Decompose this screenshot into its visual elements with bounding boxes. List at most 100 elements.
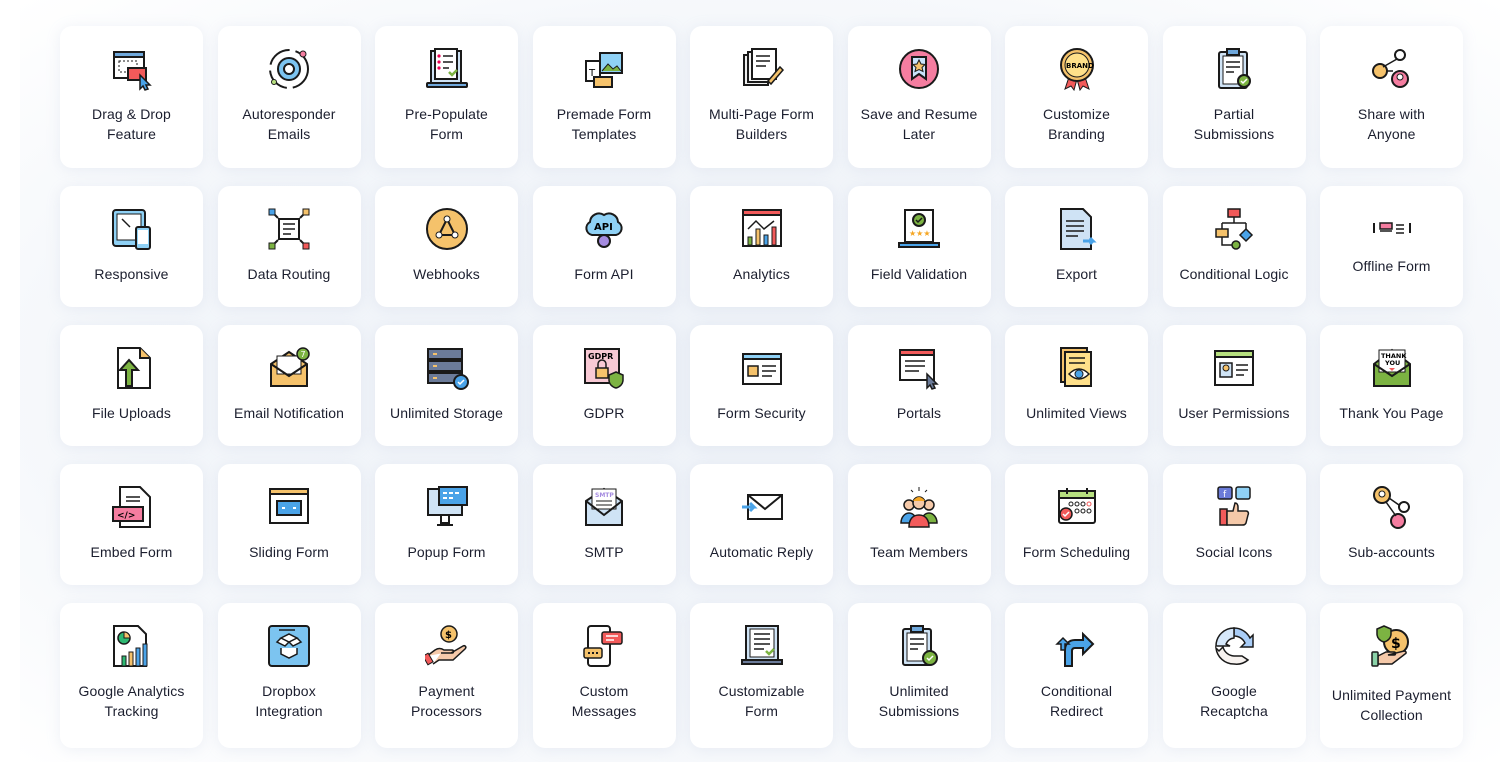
form-security-icon bbox=[739, 345, 785, 391]
feature-card[interactable]: Pre-Populate Form bbox=[375, 26, 518, 168]
feature-label: Form API bbox=[574, 266, 634, 282]
feature-card[interactable]: Export bbox=[1005, 186, 1148, 307]
feature-card[interactable]: Dropbox Integration bbox=[217, 603, 361, 748]
feature-label: Conditional Redirect bbox=[1040, 683, 1113, 719]
feature-card[interactable]: Multi-Page Form Builders bbox=[690, 26, 833, 168]
feature-card[interactable]: Responsive bbox=[60, 186, 203, 307]
feature-label: Unlimited Payment Collection bbox=[1331, 687, 1452, 723]
feature-card[interactable]: Unlimited Views bbox=[1005, 325, 1148, 446]
feature-label: Automatic Reply bbox=[709, 544, 814, 560]
feature-card[interactable]: Drag & Drop Feature bbox=[60, 26, 203, 168]
email-notification-icon: 7 bbox=[266, 345, 312, 391]
feature-card[interactable]: Portals bbox=[847, 325, 991, 446]
calendar-icon bbox=[1054, 484, 1100, 530]
feature-label: Team Members bbox=[870, 544, 968, 560]
feature-card[interactable]: Unlimited Submissions bbox=[847, 603, 991, 748]
feature-card[interactable]: Customizable Form bbox=[690, 603, 833, 748]
feature-card[interactable]: 7 Email Notification bbox=[217, 325, 361, 446]
feature-label: Form Security bbox=[717, 405, 806, 421]
svg-text:BRAND: BRAND bbox=[1066, 62, 1094, 70]
feature-card[interactable]: GDPR GDPR bbox=[532, 325, 676, 446]
feature-card[interactable]: ★★★ Field Validation bbox=[847, 186, 991, 307]
responsive-devices-icon bbox=[109, 206, 155, 252]
feature-card[interactable]: Conditional Logic bbox=[1162, 186, 1306, 307]
auto-reply-envelope-icon bbox=[739, 484, 785, 530]
feature-card[interactable]: BRAND Customize Branding bbox=[1005, 26, 1148, 168]
feature-card[interactable]: Share with Anyone bbox=[1320, 26, 1463, 168]
feature-card[interactable]: Analytics bbox=[690, 186, 833, 307]
feature-card[interactable]: $ Unlimited Payment Collection bbox=[1320, 603, 1463, 748]
feature-card[interactable]: T Premade Form Templates bbox=[532, 26, 676, 168]
feature-label: Unlimited Views bbox=[1026, 405, 1127, 421]
validation-laptop-icon: ★★★ bbox=[896, 206, 942, 252]
webhook-icon bbox=[424, 206, 470, 252]
feature-card[interactable]: File Uploads bbox=[60, 325, 203, 446]
feature-label: Form Scheduling bbox=[1022, 544, 1131, 560]
feature-card[interactable]: Save and Resume Later bbox=[847, 26, 991, 168]
feature-label: Webhooks bbox=[413, 266, 480, 282]
feature-card[interactable]: f Social Icons bbox=[1162, 464, 1306, 585]
feature-label: Unlimited Storage bbox=[390, 405, 503, 421]
feature-label: Portals bbox=[896, 405, 942, 421]
features-row: File Uploads 7 Email Notification Unlimited… bbox=[60, 325, 1463, 446]
feature-label: Responsive bbox=[94, 266, 169, 282]
smtp-envelope-icon: SMTP bbox=[581, 484, 627, 530]
views-eye-icon bbox=[1054, 345, 1100, 391]
feature-card[interactable]: SMTP SMTP bbox=[532, 464, 676, 585]
svg-text:$: $ bbox=[1391, 636, 1401, 652]
feature-label: Drag & Drop Feature bbox=[92, 106, 171, 142]
submissions-clipboard-icon bbox=[896, 623, 942, 669]
brand-badge-icon: BRAND bbox=[1054, 46, 1100, 92]
social-thumbs-icon: f bbox=[1211, 484, 1257, 530]
feature-label: SMTP bbox=[584, 544, 624, 560]
feature-label: Autoresponder Emails bbox=[242, 106, 336, 142]
feature-card[interactable]: Automatic Reply bbox=[690, 464, 833, 585]
feature-label: Conditional Logic bbox=[1179, 266, 1289, 282]
feature-card[interactable]: Form Scheduling bbox=[1005, 464, 1148, 585]
feature-label: Premade Form Templates bbox=[556, 106, 652, 142]
sliding-form-icon bbox=[266, 484, 312, 530]
feature-card[interactable]: Unlimited Storage bbox=[375, 325, 518, 446]
svg-text:SMTP: SMTP bbox=[595, 492, 614, 499]
dropbox-icon bbox=[266, 623, 312, 669]
feature-card[interactable]: User Permissions bbox=[1162, 325, 1306, 446]
feature-card[interactable]: Autoresponder Emails bbox=[217, 26, 361, 168]
feature-card[interactable]: Sliding Form bbox=[217, 464, 361, 585]
feature-card[interactable]: Team Members bbox=[847, 464, 991, 585]
feature-label: GDPR bbox=[583, 405, 625, 421]
feature-card[interactable]: Google Recaptcha bbox=[1162, 603, 1306, 748]
offline-form-icon bbox=[1369, 206, 1415, 252]
gdpr-lock-icon: GDPR bbox=[581, 345, 627, 391]
feature-card[interactable]: Webhooks bbox=[375, 186, 518, 307]
feature-card[interactable]: Partial Submissions bbox=[1162, 26, 1306, 168]
feature-card[interactable]: Sub-accounts bbox=[1320, 464, 1463, 585]
templates-icon: T bbox=[581, 46, 627, 92]
feature-card[interactable]: Popup Form bbox=[375, 464, 518, 585]
thank-you-envelope-icon: THANK YOU bbox=[1369, 345, 1415, 391]
feature-label: Popup Form bbox=[407, 544, 486, 560]
feature-card[interactable]: $ Payment Processors bbox=[375, 603, 518, 748]
feature-card[interactable]: THANK YOU Thank You Page bbox=[1320, 325, 1463, 446]
payment-hand-icon: $ bbox=[424, 623, 470, 669]
feature-label: User Permissions bbox=[1178, 405, 1290, 421]
feature-label: Sub-accounts bbox=[1348, 544, 1435, 560]
data-routing-icon bbox=[266, 206, 312, 252]
feature-card[interactable]: Data Routing bbox=[217, 186, 361, 307]
feature-label: Sliding Form bbox=[249, 544, 329, 560]
features-row: Google Analytics Tracking Dropbox Integra… bbox=[60, 603, 1463, 748]
feature-label: Analytics bbox=[733, 266, 790, 282]
feature-card[interactable]: Conditional Redirect bbox=[1005, 603, 1148, 748]
file-upload-icon bbox=[109, 345, 155, 391]
feature-card[interactable]: Google Analytics Tracking bbox=[60, 603, 203, 748]
feature-card[interactable]: Offline Form bbox=[1320, 186, 1463, 307]
feature-label: Offline Form bbox=[1352, 258, 1431, 274]
feature-label: Embed Form bbox=[90, 544, 173, 560]
feature-card[interactable]: </> Embed Form bbox=[60, 464, 203, 585]
report-chart-icon bbox=[109, 623, 155, 669]
feature-card[interactable]: Form Security bbox=[690, 325, 833, 446]
svg-text:7: 7 bbox=[301, 350, 306, 359]
feature-card[interactable]: API Form API bbox=[532, 186, 676, 307]
feature-label: File Uploads bbox=[91, 405, 171, 421]
feature-card[interactable]: Custom Messages bbox=[532, 603, 676, 748]
features-row: Responsive Data Routing Webhooks API Form AP… bbox=[60, 186, 1463, 307]
